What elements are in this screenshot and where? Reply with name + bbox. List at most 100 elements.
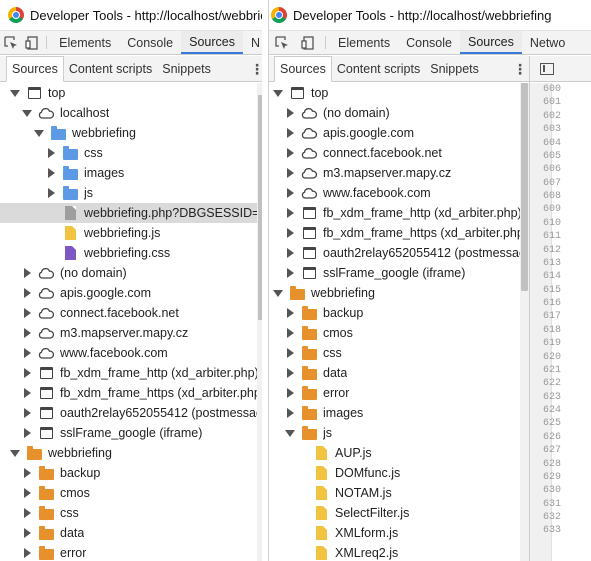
tree-item[interactable]: webbriefing.php?DBGSESSID=424 bbox=[0, 203, 268, 223]
tree-item[interactable]: fb_xdm_frame_http (xd_arbiter.php) bbox=[0, 363, 268, 383]
collapsed-arrow-icon[interactable] bbox=[285, 228, 295, 238]
tree-item[interactable]: css bbox=[0, 143, 268, 163]
tree-item[interactable]: js bbox=[0, 183, 268, 203]
subtab-sources[interactable]: Sources bbox=[274, 56, 332, 82]
collapsed-arrow-icon[interactable] bbox=[22, 288, 32, 298]
tree-item[interactable]: oauth2relay652055412 (postmessageR bbox=[0, 403, 268, 423]
device-toolbar-icon[interactable] bbox=[21, 31, 42, 54]
collapsed-arrow-icon[interactable] bbox=[22, 528, 32, 538]
collapsed-arrow-icon[interactable] bbox=[285, 368, 295, 378]
scrollbar-thumb[interactable] bbox=[521, 83, 528, 291]
tree-item[interactable]: localhost bbox=[0, 103, 268, 123]
tab-elements[interactable]: Elements bbox=[330, 31, 398, 54]
collapsed-arrow-icon[interactable] bbox=[22, 548, 32, 558]
tree-item[interactable]: www.facebook.com bbox=[269, 183, 529, 203]
collapsed-arrow-icon[interactable] bbox=[285, 408, 295, 418]
tree-item[interactable]: SelectFilter.js bbox=[269, 503, 529, 523]
collapsed-arrow-icon[interactable] bbox=[285, 108, 295, 118]
tree-item[interactable]: fb_xdm_frame_https (xd_arbiter.php) bbox=[269, 223, 529, 243]
tree-item[interactable]: backup bbox=[0, 463, 268, 483]
tree-item[interactable]: (no domain) bbox=[0, 263, 268, 283]
expanded-arrow-icon[interactable] bbox=[285, 428, 295, 438]
tree-item[interactable]: error bbox=[0, 543, 268, 561]
inspect-element-icon[interactable] bbox=[269, 31, 295, 54]
collapsed-arrow-icon[interactable] bbox=[22, 428, 32, 438]
collapsed-arrow-icon[interactable] bbox=[285, 208, 295, 218]
subtab-content-scripts[interactable]: Content scripts bbox=[332, 56, 425, 81]
tree-item[interactable]: fb_xdm_frame_http (xd_arbiter.php) bbox=[269, 203, 529, 223]
expanded-arrow-icon[interactable] bbox=[273, 288, 283, 298]
tree-item[interactable]: www.facebook.com bbox=[0, 343, 268, 363]
collapsed-arrow-icon[interactable] bbox=[22, 268, 32, 278]
collapsed-arrow-icon[interactable] bbox=[285, 348, 295, 358]
tree-item[interactable]: fb_xdm_frame_https (xd_arbiter.php) bbox=[0, 383, 268, 403]
collapsed-arrow-icon[interactable] bbox=[22, 308, 32, 318]
tree-item[interactable]: data bbox=[0, 523, 268, 543]
collapsed-arrow-icon[interactable] bbox=[22, 488, 32, 498]
expanded-arrow-icon[interactable] bbox=[273, 88, 283, 98]
subtab-snippets[interactable]: Snippets bbox=[157, 56, 216, 81]
tree-scrollbar[interactable] bbox=[520, 83, 529, 561]
collapsed-arrow-icon[interactable] bbox=[46, 148, 56, 158]
expanded-arrow-icon[interactable] bbox=[10, 448, 20, 458]
collapsed-arrow-icon[interactable] bbox=[285, 248, 295, 258]
tree-item[interactable]: cmos bbox=[269, 323, 529, 343]
expanded-arrow-icon[interactable] bbox=[34, 128, 44, 138]
tree-item[interactable]: XMLform.js bbox=[269, 523, 529, 543]
tree-item[interactable]: webbriefing bbox=[0, 443, 268, 463]
collapsed-arrow-icon[interactable] bbox=[22, 368, 32, 378]
collapsed-arrow-icon[interactable] bbox=[285, 308, 295, 318]
tree-item[interactable]: DOMfunc.js bbox=[269, 463, 529, 483]
tree-item[interactable]: webbriefing bbox=[269, 283, 529, 303]
tab-network[interactable]: Netwo bbox=[522, 31, 573, 54]
tree-item[interactable]: error bbox=[269, 383, 529, 403]
collapsed-arrow-icon[interactable] bbox=[22, 328, 32, 338]
tree-item[interactable]: top bbox=[0, 83, 268, 103]
collapsed-arrow-icon[interactable] bbox=[22, 348, 32, 358]
collapsed-arrow-icon[interactable] bbox=[285, 328, 295, 338]
tree-item[interactable]: apis.google.com bbox=[269, 123, 529, 143]
subtab-sources[interactable]: Sources bbox=[6, 56, 64, 82]
tree-item[interactable]: images bbox=[269, 403, 529, 423]
tree-item[interactable]: js bbox=[269, 423, 529, 443]
tab-elements[interactable]: Elements bbox=[51, 31, 119, 54]
tree-item[interactable]: webbriefing bbox=[0, 123, 268, 143]
tree-item[interactable]: connect.facebook.net bbox=[269, 143, 529, 163]
tree-item[interactable]: cmos bbox=[0, 483, 268, 503]
tree-item[interactable]: webbriefing.css bbox=[0, 243, 268, 263]
tab-sources[interactable]: Sources bbox=[181, 31, 243, 54]
collapsed-arrow-icon[interactable] bbox=[22, 508, 32, 518]
collapsed-arrow-icon[interactable] bbox=[285, 168, 295, 178]
collapsed-arrow-icon[interactable] bbox=[46, 188, 56, 198]
tree-item[interactable]: sslFrame_google (iframe) bbox=[269, 263, 529, 283]
collapsed-arrow-icon[interactable] bbox=[22, 408, 32, 418]
tree-item[interactable]: backup bbox=[269, 303, 529, 323]
expanded-arrow-icon[interactable] bbox=[22, 108, 32, 118]
tree-item[interactable]: NOTAM.js bbox=[269, 483, 529, 503]
tree-item[interactable]: css bbox=[269, 343, 529, 363]
expanded-arrow-icon[interactable] bbox=[10, 88, 20, 98]
tree-item[interactable]: css bbox=[0, 503, 268, 523]
device-toolbar-icon[interactable] bbox=[295, 31, 321, 54]
toggle-navigator-icon[interactable] bbox=[540, 62, 554, 75]
tree-item[interactable]: AUP.js bbox=[269, 443, 529, 463]
collapsed-arrow-icon[interactable] bbox=[22, 388, 32, 398]
tree-item[interactable]: XMLreq2.js bbox=[269, 543, 529, 561]
more-options-icon[interactable]: ⋮ bbox=[513, 56, 527, 82]
inspect-element-icon[interactable] bbox=[0, 31, 21, 54]
tab-console[interactable]: Console bbox=[398, 31, 460, 54]
collapsed-arrow-icon[interactable] bbox=[285, 128, 295, 138]
subtab-snippets[interactable]: Snippets bbox=[425, 56, 484, 81]
tree-item[interactable]: connect.facebook.net bbox=[0, 303, 268, 323]
tree-item[interactable]: m3.mapserver.mapy.cz bbox=[0, 323, 268, 343]
tree-item[interactable]: data bbox=[269, 363, 529, 383]
tree-item[interactable]: webbriefing.js bbox=[0, 223, 268, 243]
tab-console[interactable]: Console bbox=[119, 31, 181, 54]
tree-item[interactable]: (no domain) bbox=[269, 103, 529, 123]
subtab-content-scripts[interactable]: Content scripts bbox=[64, 56, 157, 81]
tree-item[interactable]: images bbox=[0, 163, 268, 183]
collapsed-arrow-icon[interactable] bbox=[285, 268, 295, 278]
collapsed-arrow-icon[interactable] bbox=[285, 388, 295, 398]
tree-item[interactable]: oauth2relay652055412 (postmessageR bbox=[269, 243, 529, 263]
tree-item[interactable]: sslFrame_google (iframe) bbox=[0, 423, 268, 443]
